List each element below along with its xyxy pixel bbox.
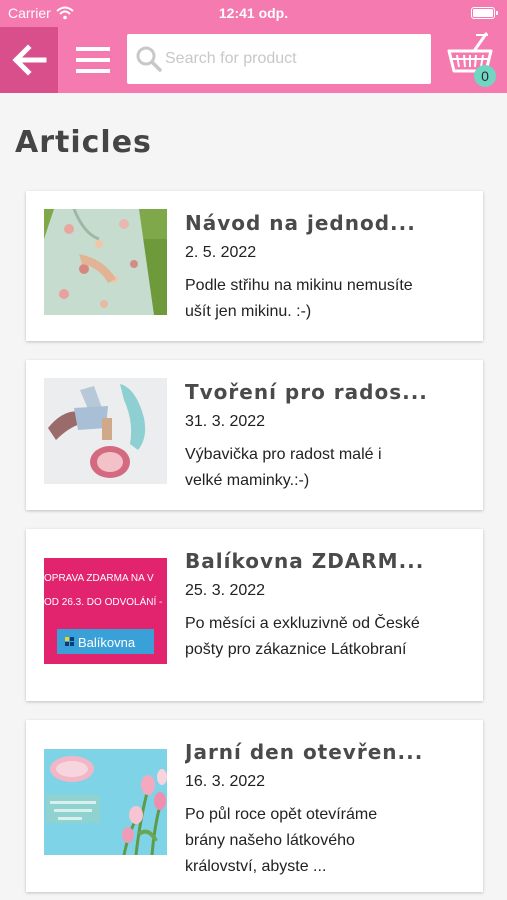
thumb-balikovna-logo: Balíkovna (78, 635, 136, 650)
article-card[interactable]: Tvoření pro rados... 31. 3. 2022 Výbavič… (26, 360, 483, 510)
article-title[interactable]: Balíkovna ZDARM... (185, 546, 475, 576)
article-date: 16. 3. 2022 (185, 773, 266, 790)
menu-button[interactable] (68, 27, 118, 93)
status-bar: Carrier 12:41 odp. (0, 0, 507, 27)
article-body: Jarní den otevřen... 16. 3. 2022 Po půl … (185, 737, 475, 880)
article-thumbnail (44, 749, 167, 855)
cart-button[interactable]: 0 (446, 31, 502, 89)
article-excerpt: Podle střihu na mikinu nemusíte ušít jen… (185, 277, 413, 320)
article-date: 2. 5. 2022 (185, 244, 257, 261)
thumb-banner-line-1: OPRAVA ZDARMA NA V (44, 573, 154, 584)
search-icon (136, 46, 162, 72)
search-input[interactable] (165, 39, 431, 79)
article-body: Návod na jednod... 2. 5. 2022 Podle stři… (185, 208, 475, 325)
nav-bar: 0 (0, 27, 507, 93)
article-card[interactable]: OPRAVA ZDARMA NA V OD 26.3. DO ODVOLÁNÍ … (26, 529, 483, 701)
article-list: Návod na jednod... 2. 5. 2022 Podle stři… (26, 191, 483, 900)
article-title[interactable]: Jarní den otevřen... (185, 737, 475, 767)
article-title[interactable]: Tvoření pro rados... (185, 377, 475, 407)
battery-icon (471, 7, 498, 19)
article-date: 31. 3. 2022 (185, 413, 266, 430)
article-excerpt: Po měsíci a exkluzivně od České pošty pr… (185, 615, 420, 658)
back-button[interactable] (0, 27, 58, 93)
article-card[interactable]: Návod na jednod... 2. 5. 2022 Podle stři… (26, 191, 483, 341)
article-thumbnail: OPRAVA ZDARMA NA V OD 26.3. DO ODVOLÁNÍ … (44, 558, 167, 664)
cart-count-badge: 0 (474, 65, 496, 87)
thumb-banner-line-2: OD 26.3. DO ODVOLÁNÍ - (44, 595, 162, 608)
article-excerpt: Po půl roce opět otevíráme brány našeho … (185, 806, 378, 875)
article-thumbnail (44, 209, 167, 315)
article-excerpt: Výbavička pro radost malé i velké mamink… (185, 446, 382, 489)
article-body: Tvoření pro rados... 31. 3. 2022 Výbavič… (185, 377, 475, 494)
page-title: Articles (15, 125, 152, 160)
article-date: 25. 3. 2022 (185, 582, 266, 599)
hamburger-menu-icon (76, 47, 110, 73)
article-thumbnail (44, 378, 167, 484)
status-time: 12:41 odp. (218, 5, 289, 21)
article-card[interactable]: Jarní den otevřen... 16. 3. 2022 Po půl … (26, 720, 483, 892)
back-arrow-icon (12, 44, 47, 76)
article-body: Balíkovna ZDARM... 25. 3. 2022 Po měsíci… (185, 546, 475, 663)
article-title[interactable]: Návod na jednod... (185, 208, 475, 238)
search-box[interactable] (127, 34, 431, 84)
